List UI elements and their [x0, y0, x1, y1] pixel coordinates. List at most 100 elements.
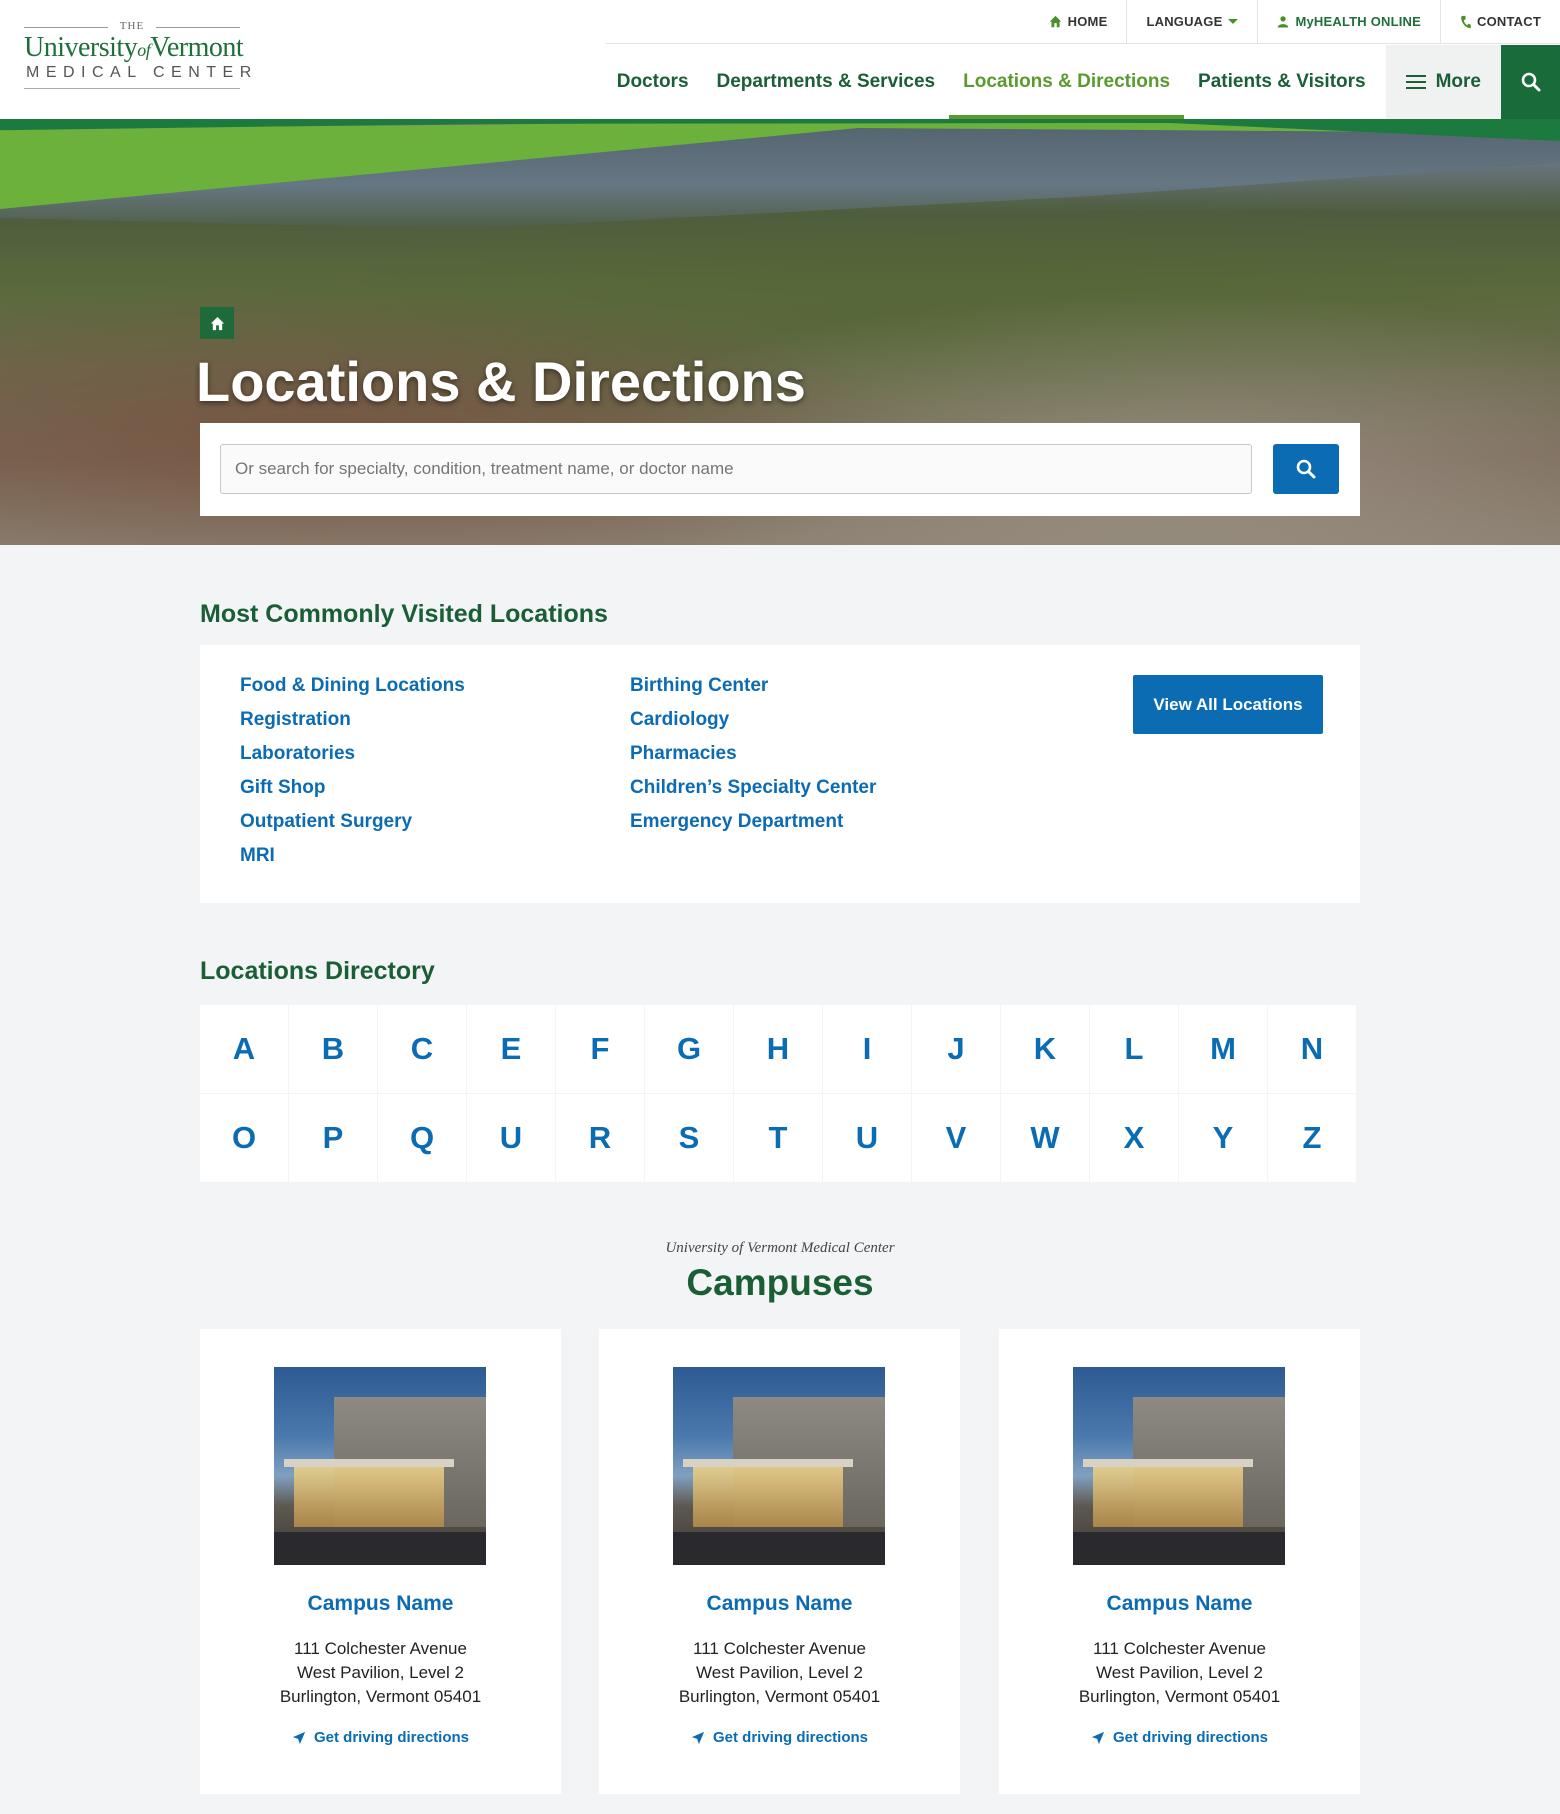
letter-link[interactable]: W: [1001, 1094, 1089, 1182]
utility-home-link[interactable]: HOME: [1030, 0, 1127, 43]
campuses-kicker: University of Vermont Medical Center: [665, 1240, 895, 1256]
letter-link[interactable]: N: [1268, 1005, 1356, 1093]
letter-link[interactable]: L: [1090, 1005, 1178, 1093]
address-line: Burlington, Vermont 05401: [678, 1687, 881, 1706]
header-search-button[interactable]: [1501, 45, 1560, 119]
common-location-link[interactable]: Gift Shop: [240, 777, 465, 811]
address-line: 111 Colchester Avenue: [693, 1639, 866, 1658]
letter-link[interactable]: B: [289, 1005, 377, 1093]
home-icon: [210, 316, 224, 330]
letter-link[interactable]: E: [467, 1005, 555, 1093]
letter-link[interactable]: K: [1001, 1005, 1089, 1093]
page-title: Locations & Directions: [196, 350, 806, 413]
utility-contact-label: CONTACT: [1477, 14, 1541, 29]
uvm-logo[interactable]: THE UniversityofVermont MEDICAL CENTER: [24, 20, 251, 92]
letter-link[interactable]: F: [556, 1005, 644, 1093]
driving-directions-label: Get driving directions: [712, 1729, 869, 1746]
nav-more-label: More: [1435, 71, 1481, 92]
campus-address: 111 Colchester Avenue West Pavilion, Lev…: [599, 1637, 960, 1709]
letter-link[interactable]: X: [1090, 1094, 1178, 1182]
search-icon: [1296, 459, 1316, 479]
common-location-link[interactable]: Children’s Specialty Center: [630, 777, 876, 811]
letter-link[interactable]: R: [556, 1094, 644, 1182]
campus-name-link[interactable]: Campus Name: [200, 1592, 561, 1616]
menu-icon: [1405, 75, 1426, 89]
letter-link[interactable]: J: [912, 1005, 1000, 1093]
hero-banner: Locations & Directions: [0, 119, 1560, 545]
letter-link[interactable]: O: [200, 1094, 288, 1182]
address-line: West Pavilion, Level 2: [696, 1663, 863, 1682]
common-location-link[interactable]: MRI: [240, 845, 465, 879]
locations-directory-heading: Locations Directory: [200, 957, 435, 985]
campus-card: Campus Name 111 Colchester Avenue West P…: [599, 1329, 960, 1794]
common-locations-list-2: Birthing Center Cardiology Pharmacies Ch…: [630, 675, 876, 845]
phone-icon: [1461, 15, 1471, 28]
common-location-link[interactable]: Laboratories: [240, 743, 465, 777]
navigation-arrow-icon: [1091, 1731, 1105, 1744]
letter-link[interactable]: T: [734, 1094, 822, 1182]
common-location-link[interactable]: Registration: [240, 709, 465, 743]
address-line: 111 Colchester Avenue: [1093, 1639, 1266, 1658]
logo-of: of: [137, 40, 151, 60]
nav-more-button[interactable]: More: [1385, 45, 1501, 119]
driving-directions-link[interactable]: Get driving directions: [999, 1729, 1360, 1746]
campus-name-link[interactable]: Campus Name: [999, 1592, 1360, 1616]
letter-link[interactable]: S: [645, 1094, 733, 1182]
common-location-link[interactable]: Cardiology: [630, 709, 876, 743]
nav-locations-directions[interactable]: Locations & Directions: [949, 45, 1184, 119]
campus-photo: [1073, 1367, 1285, 1565]
address-line: Burlington, Vermont 05401: [1078, 1687, 1281, 1706]
letter-link[interactable]: U: [467, 1094, 555, 1182]
driving-directions-label: Get driving directions: [1112, 1729, 1269, 1746]
view-all-locations-button[interactable]: View All Locations: [1133, 675, 1323, 734]
common-locations-heading: Most Commonly Visited Locations: [200, 600, 608, 628]
campus-card: Campus Name 111 Colchester Avenue West P…: [999, 1329, 1360, 1794]
campus-name-link[interactable]: Campus Name: [599, 1592, 960, 1616]
utility-language-dropdown[interactable]: LANGUAGE: [1126, 0, 1257, 43]
utility-myhealth-link[interactable]: MyHEALTH ONLINE: [1257, 0, 1440, 43]
common-location-link[interactable]: Food & Dining Locations: [240, 675, 465, 709]
letter-link[interactable]: C: [378, 1005, 466, 1093]
search-submit-button[interactable]: [1273, 444, 1339, 494]
letter-link[interactable]: H: [734, 1005, 822, 1093]
az-directory-grid: A B C E F G H I J K L M N O P Q U R S T …: [200, 1005, 1357, 1182]
address-line: Burlington, Vermont 05401: [279, 1687, 482, 1706]
caret-down-icon: [1228, 19, 1239, 24]
utility-contact-link[interactable]: CONTACT: [1440, 0, 1560, 43]
letter-link[interactable]: Z: [1268, 1094, 1356, 1182]
letter-link[interactable]: A: [200, 1005, 288, 1093]
common-location-link[interactable]: Outpatient Surgery: [240, 811, 465, 845]
nav-patients-visitors[interactable]: Patients & Visitors: [1184, 45, 1380, 119]
common-location-link[interactable]: Pharmacies: [630, 743, 876, 777]
common-locations-list-1: Food & Dining Locations Registration Lab…: [240, 675, 465, 879]
home-icon: [1049, 15, 1061, 28]
campus-address: 111 Colchester Avenue West Pavilion, Lev…: [200, 1637, 561, 1709]
utility-myhealth-label: MyHEALTH ONLINE: [1295, 14, 1422, 29]
letter-link[interactable]: M: [1179, 1005, 1267, 1093]
nav-doctors[interactable]: Doctors: [603, 45, 703, 119]
campus-photo: [673, 1367, 885, 1565]
letter-link[interactable]: V: [912, 1094, 1000, 1182]
common-location-link[interactable]: Birthing Center: [630, 675, 876, 709]
navigation-arrow-icon: [691, 1731, 705, 1744]
common-location-link[interactable]: Emergency Department: [630, 811, 876, 845]
breadcrumb-home[interactable]: [200, 307, 234, 339]
letter-link[interactable]: P: [289, 1094, 377, 1182]
nav-departments-services[interactable]: Departments & Services: [703, 45, 950, 119]
utility-nav: HOME LANGUAGE MyHEALTH ONLINE CONTACT: [606, 0, 1560, 44]
letter-link[interactable]: Y: [1179, 1094, 1267, 1182]
driving-directions-link[interactable]: Get driving directions: [200, 1729, 561, 1746]
letter-link[interactable]: Q: [378, 1094, 466, 1182]
driving-directions-link[interactable]: Get driving directions: [599, 1729, 960, 1746]
letter-link[interactable]: G: [645, 1005, 733, 1093]
navigation-arrow-icon: [292, 1731, 306, 1744]
address-line: West Pavilion, Level 2: [1096, 1663, 1263, 1682]
driving-directions-label: Get driving directions: [313, 1729, 470, 1746]
address-line: 111 Colchester Avenue: [294, 1639, 467, 1658]
logo-the: THE: [24, 20, 240, 32]
letter-link[interactable]: I: [823, 1005, 911, 1093]
campus-card: Campus Name 111 Colchester Avenue West P…: [200, 1329, 561, 1794]
search-input[interactable]: [220, 444, 1252, 494]
letter-link[interactable]: U: [823, 1094, 911, 1182]
main-nav: Doctors Departments & Services Locations…: [603, 45, 1560, 119]
